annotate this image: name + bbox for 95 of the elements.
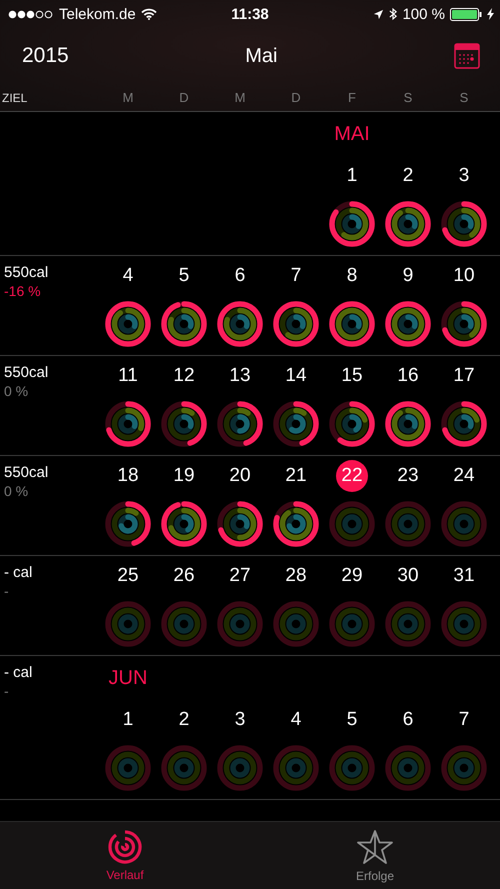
- battery-percent: 100 %: [402, 6, 445, 22]
- activity-rings[interactable]: [105, 501, 151, 547]
- goal-heading: ZIEL: [1, 90, 28, 104]
- month-title: Mai: [245, 44, 278, 68]
- calendar-icon[interactable]: [454, 43, 480, 69]
- day-number[interactable]: 8: [336, 260, 368, 292]
- activity-rings[interactable]: [385, 201, 431, 247]
- day-number[interactable]: 1: [112, 704, 144, 736]
- day-number[interactable]: 30: [392, 560, 424, 592]
- day-number[interactable]: 25: [112, 560, 144, 592]
- signal-icon: [8, 10, 54, 18]
- day-number[interactable]: 31: [448, 560, 480, 592]
- day-number[interactable]: 6: [224, 260, 256, 292]
- weekday-label: D: [290, 90, 302, 105]
- weekday-label: F: [347, 90, 357, 105]
- carrier-name: Telekom.de: [59, 6, 136, 22]
- activity-rings[interactable]: [273, 301, 319, 347]
- day-number[interactable]: 13: [224, 360, 256, 392]
- wifi-icon: [140, 8, 157, 20]
- activity-rings[interactable]: [329, 201, 375, 247]
- day-number[interactable]: 20: [224, 460, 256, 492]
- goal-calories: 550cal: [4, 264, 50, 281]
- goal-change: -16 %: [4, 283, 42, 299]
- day-number[interactable]: 23: [392, 460, 424, 492]
- day-number[interactable]: 5: [336, 704, 368, 736]
- activity-rings[interactable]: [441, 301, 487, 347]
- month-label: MAI: [333, 122, 371, 146]
- day-number[interactable]: 17: [448, 360, 480, 392]
- activity-rings[interactable]: [105, 301, 151, 347]
- tab-item[interactable]: Verlauf: [0, 822, 250, 889]
- activity-rings[interactable]: [105, 401, 151, 447]
- day-number[interactable]: 26: [168, 560, 200, 592]
- goal-calories: 550cal: [4, 464, 50, 481]
- activity-rings[interactable]: [385, 301, 431, 347]
- rings-icon: [108, 830, 142, 864]
- goal-calories: 550cal: [4, 364, 50, 381]
- goal-change: 0 %: [4, 483, 30, 499]
- battery-icon: [450, 8, 482, 20]
- weekday-label: S: [458, 90, 470, 105]
- day-number[interactable]: 11: [112, 360, 144, 392]
- day-number[interactable]: 4: [112, 260, 144, 292]
- day-number[interactable]: 7: [448, 704, 480, 736]
- day-number[interactable]: 24: [448, 460, 480, 492]
- activity-rings[interactable]: [217, 401, 263, 447]
- activity-rings[interactable]: [441, 201, 487, 247]
- activity-rings[interactable]: [217, 501, 263, 547]
- day-number[interactable]: 14: [280, 360, 312, 392]
- activity-rings[interactable]: [217, 301, 263, 347]
- goal-change: -: [4, 683, 10, 699]
- year-link[interactable]: 2015: [22, 44, 69, 68]
- goal-change: -: [4, 583, 10, 599]
- day-number[interactable]: 15: [336, 360, 368, 392]
- day-number[interactable]: 2: [392, 160, 424, 192]
- weekday-label: M: [122, 90, 134, 105]
- day-number[interactable]: 27: [224, 560, 256, 592]
- day-number[interactable]: 19: [168, 460, 200, 492]
- star-icon: [356, 828, 394, 864]
- day-number[interactable]: 2: [168, 704, 200, 736]
- charging-bolt-icon: [487, 8, 494, 20]
- activity-rings[interactable]: [385, 401, 431, 447]
- weekday-label: M: [234, 90, 246, 105]
- day-number[interactable]: 12: [168, 360, 200, 392]
- bluetooth-icon: [389, 7, 398, 21]
- activity-rings[interactable]: [273, 501, 319, 547]
- status-time: 11:38: [231, 6, 269, 22]
- month-label: JUN: [108, 666, 148, 690]
- day-number[interactable]: 5: [168, 260, 200, 292]
- activity-rings[interactable]: [161, 501, 207, 547]
- weekday-label: S: [402, 90, 414, 105]
- day-number[interactable]: 3: [224, 704, 256, 736]
- day-number[interactable]: 7: [280, 260, 312, 292]
- activity-rings[interactable]: [273, 401, 319, 447]
- weekday-label: D: [178, 90, 190, 105]
- activity-rings[interactable]: [161, 401, 207, 447]
- day-number[interactable]: 9: [392, 260, 424, 292]
- day-number[interactable]: 28: [280, 560, 312, 592]
- day-number[interactable]: 29: [336, 560, 368, 592]
- goal-change: 0 %: [4, 383, 30, 399]
- goal-calories: - cal: [4, 564, 34, 581]
- location-arrow-icon: [373, 8, 384, 20]
- day-number[interactable]: 18: [112, 460, 144, 492]
- day-number[interactable]: 4: [280, 704, 312, 736]
- activity-rings[interactable]: [329, 401, 375, 447]
- tab-item[interactable]: Erfolge: [250, 822, 500, 889]
- day-number[interactable]: 1: [336, 160, 368, 192]
- activity-rings[interactable]: [329, 301, 375, 347]
- day-number[interactable]: 22: [336, 460, 368, 492]
- activity-rings[interactable]: [441, 401, 487, 447]
- goal-calories: - cal: [4, 664, 34, 681]
- day-number[interactable]: 6: [392, 704, 424, 736]
- day-number[interactable]: 10: [448, 260, 480, 292]
- day-number[interactable]: 21: [280, 460, 312, 492]
- day-number[interactable]: 3: [448, 160, 480, 192]
- activity-rings[interactable]: [161, 301, 207, 347]
- day-number[interactable]: 16: [392, 360, 424, 392]
